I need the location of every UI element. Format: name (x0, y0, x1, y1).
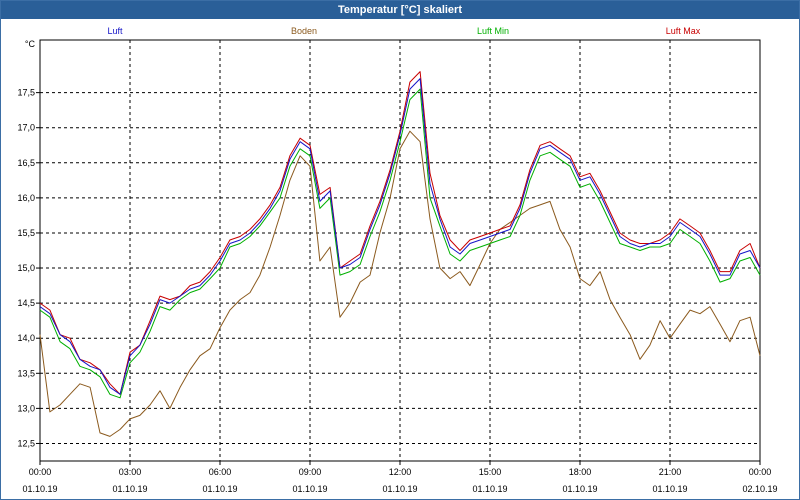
grid (40, 40, 760, 461)
x-tick-time: 21:00 (659, 467, 682, 477)
x-tick-date: 01.10.19 (202, 484, 237, 494)
x-tick-time: 09:00 (299, 467, 322, 477)
y-tick-label: 14,0 (17, 333, 35, 343)
x-tick-time: 15:00 (479, 467, 502, 477)
x-tick-time: 18:00 (569, 467, 592, 477)
y-axis: 12,5 13,0 13,5 14,0 14,5 15,0 15,5 16,0 16,5 17,0… (17, 39, 40, 448)
y-tick-label: 13,0 (17, 403, 35, 413)
x-tick-date: 01.10.19 (22, 484, 57, 494)
legend-item-boden: Boden (291, 26, 317, 36)
x-tick-time: 00:00 (29, 467, 52, 477)
chart-canvas: Luft Boden Luft Min Luft Max 12,5 13,0 13,5 14… (17, 26, 778, 494)
y-axis-label: °C (25, 39, 36, 49)
legend: Luft Boden Luft Min Luft Max (107, 26, 700, 36)
x-tick-date: 01.10.19 (472, 484, 507, 494)
y-tick-label: 16,5 (17, 158, 35, 168)
x-tick-time: 03:00 (119, 467, 142, 477)
y-tick-label: 17,5 (17, 88, 35, 98)
y-tick-label: 12,5 (17, 438, 35, 448)
x-tick-time: 00:00 (749, 467, 772, 477)
legend-item-luft-max: Luft Max (666, 26, 701, 36)
x-axis: 00:00 01.10.19 03:00 01.10.19 06:00 01.10.19 0… (22, 461, 778, 494)
x-tick-time: 12:00 (389, 467, 412, 477)
y-tick-label: 15,0 (17, 263, 35, 273)
y-tick-label: 13,5 (17, 368, 35, 378)
y-tick-label: 14,5 (17, 298, 35, 308)
legend-item-luft: Luft (107, 26, 123, 36)
y-tick-label: 15,5 (17, 228, 35, 238)
y-tick-label: 17,0 (17, 123, 35, 133)
x-tick-date: 01.10.19 (112, 484, 147, 494)
y-tick-label: 16,0 (17, 193, 35, 203)
x-tick-time: 06:00 (209, 467, 232, 477)
x-tick-date: 01.10.19 (652, 484, 687, 494)
legend-item-luft-min: Luft Min (477, 26, 509, 36)
x-tick-date: 02.10.19 (742, 484, 777, 494)
window-title: Temperatur [°C] skaliert (1, 1, 799, 19)
x-tick-date: 01.10.19 (382, 484, 417, 494)
chart-window: Temperatur [°C] skaliert Luft Boden Luft M… (0, 0, 800, 500)
x-tick-date: 01.10.19 (562, 484, 597, 494)
x-tick-date: 01.10.19 (292, 484, 327, 494)
